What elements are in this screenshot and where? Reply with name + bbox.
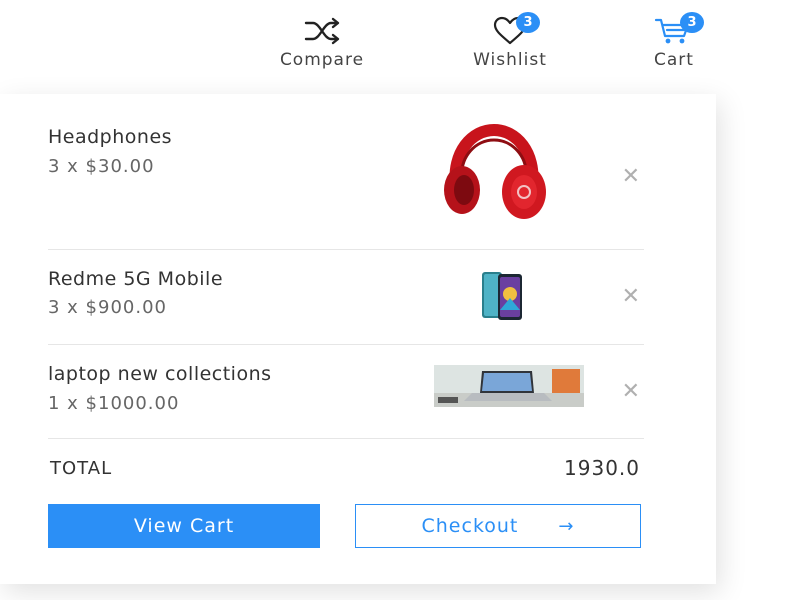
remove-item-button[interactable]: ✕ [622, 381, 640, 403]
remove-item-button[interactable]: ✕ [622, 286, 640, 308]
laptop-image[interactable] [434, 365, 584, 407]
heart-icon: 3 [488, 12, 540, 48]
remove-item-button[interactable]: ✕ [622, 166, 640, 188]
headphones-image[interactable] [438, 123, 550, 222]
cart-item: Redme 5G Mobile 3 x $900.00 ✕ [48, 250, 644, 345]
wishlist-label: Wishlist [473, 50, 547, 70]
cart-icon: 3 [652, 12, 704, 48]
cart-link[interactable]: 3 Cart [640, 12, 708, 70]
cart-item: laptop new collections 1 x $1000.00 ✕ [48, 345, 644, 439]
cart-label: Cart [654, 50, 694, 70]
cart-count-badge: 3 [680, 12, 704, 33]
cart-item-qty-price: 1 x $1000.00 [48, 393, 180, 414]
view-cart-button[interactable]: View Cart [48, 504, 320, 548]
compare-link[interactable]: Compare [258, 14, 386, 70]
smartphone-image[interactable] [476, 270, 538, 322]
wishlist-link[interactable]: 3 Wishlist [460, 12, 560, 70]
wishlist-count-badge: 3 [516, 12, 540, 33]
cart-item-name[interactable]: Headphones [48, 126, 172, 148]
cart-item-qty-price: 3 x $30.00 [48, 156, 155, 177]
checkout-button[interactable]: Checkout → [355, 504, 641, 548]
total-label: TOTAL [50, 458, 113, 479]
cart-item-name[interactable]: laptop new collections [48, 363, 272, 385]
cart-item: Headphones 3 x $30.00 ✕ [48, 94, 644, 250]
compare-label: Compare [279, 50, 365, 70]
cart-item-name[interactable]: Redme 5G Mobile [48, 268, 223, 290]
total-value: 1930.0 [564, 456, 640, 480]
cart-item-qty-price: 3 x $900.00 [48, 297, 167, 318]
shuffle-icon [300, 14, 344, 48]
view-cart-label: View Cart [133, 515, 235, 537]
arrow-right-icon: → [558, 515, 575, 537]
checkout-label: Checkout [421, 515, 519, 537]
